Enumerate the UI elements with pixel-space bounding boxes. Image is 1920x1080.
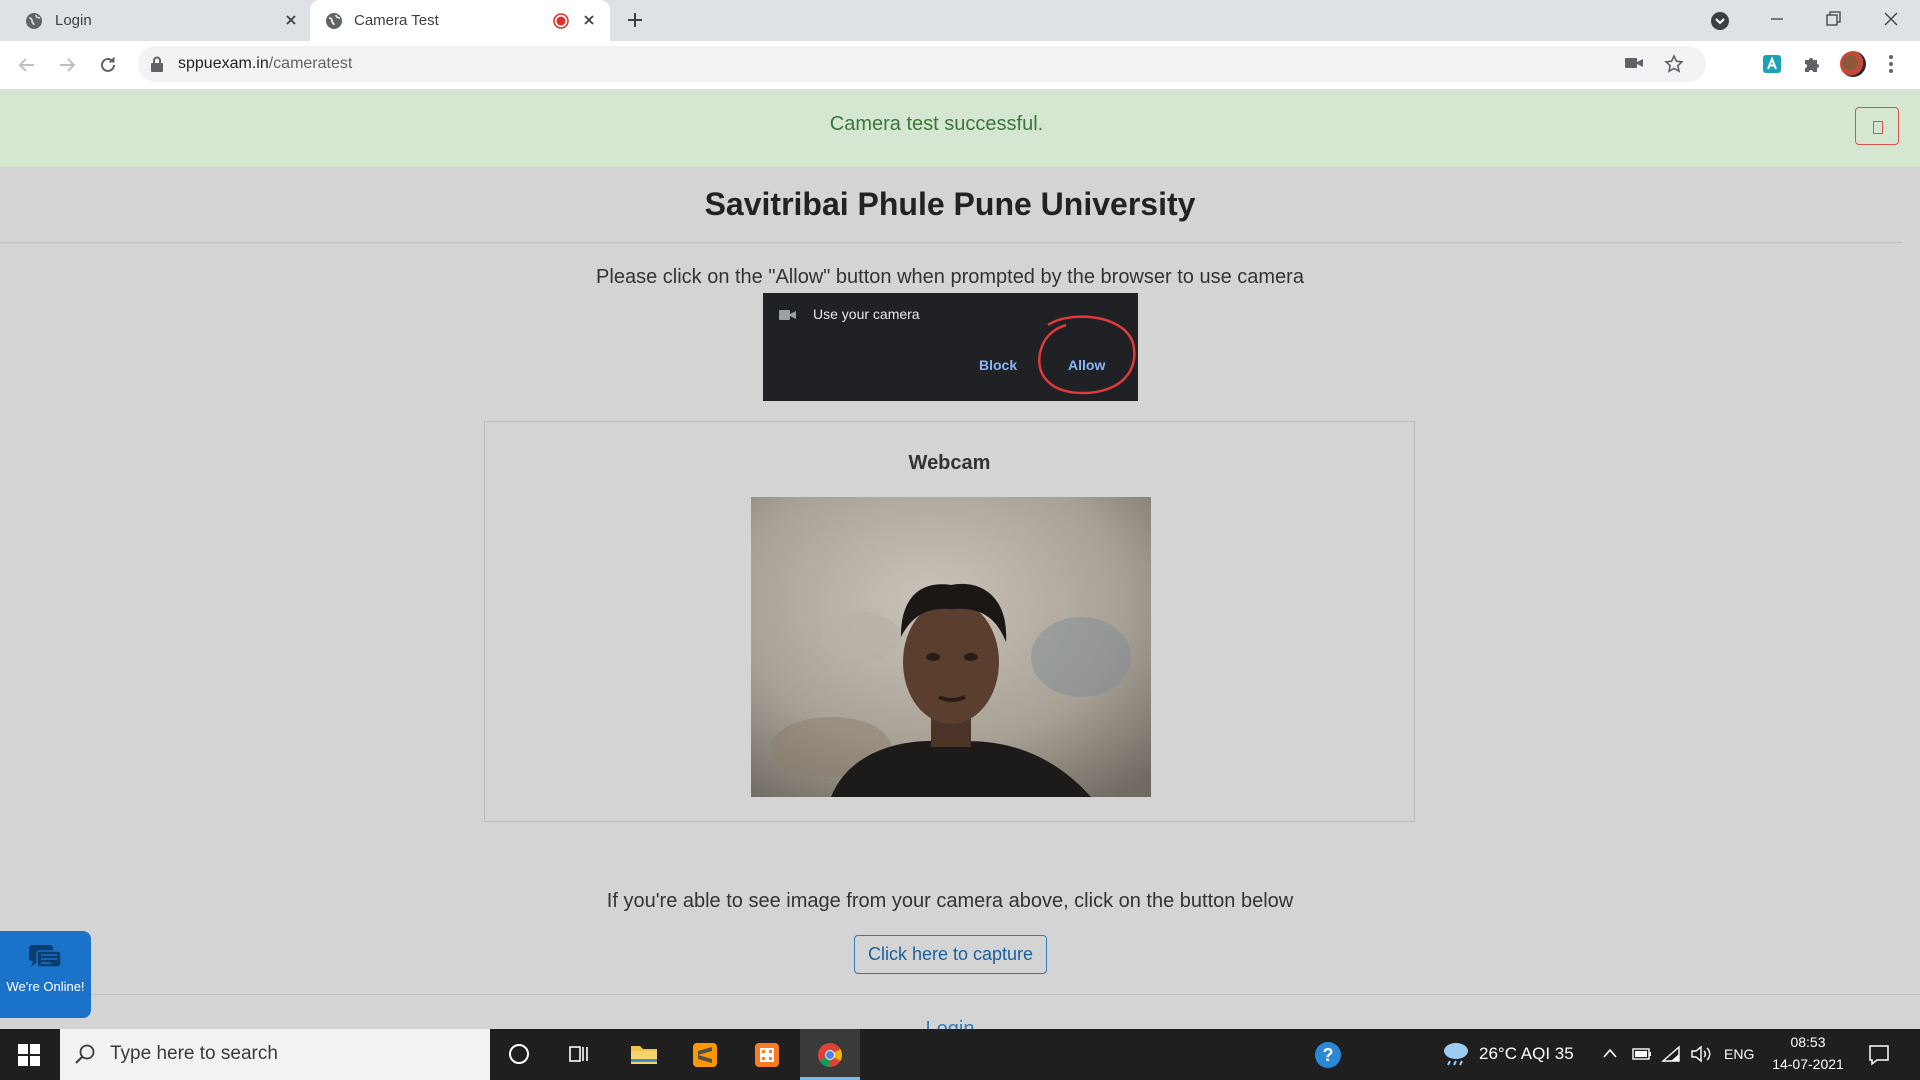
xampp-icon: [754, 1042, 780, 1068]
chat-widget[interactable]: We're Online!: [0, 931, 91, 1018]
globe-icon: [325, 12, 343, 30]
url-path: /cameratest: [268, 55, 353, 72]
taskbar-search-box[interactable]: Type here to search: [60, 1029, 490, 1080]
extension-a-icon[interactable]: [1761, 53, 1783, 75]
search-placeholder: Type here to search: [110, 1043, 278, 1064]
close-tab-icon[interactable]: [580, 11, 598, 29]
battery-icon[interactable]: [1632, 1048, 1652, 1060]
sublime-text-button[interactable]: [675, 1029, 735, 1080]
alert-message: Camera test successful.: [829, 113, 1044, 135]
sublime-text-icon: [692, 1042, 718, 1068]
cortana-button[interactable]: [490, 1029, 550, 1080]
notifications-icon[interactable]: [1868, 1044, 1890, 1066]
folder-icon: [630, 1042, 658, 1066]
restore-icon[interactable]: [1823, 9, 1843, 29]
chat-bubbles-icon: [27, 943, 63, 973]
file-explorer-button[interactable]: [613, 1029, 673, 1080]
wifi-icon[interactable]: [1661, 1045, 1681, 1063]
search-icon: [74, 1043, 96, 1065]
url-host: sppuexam.in: [178, 55, 269, 72]
webcam-heading: Webcam: [908, 452, 991, 474]
close-tab-icon[interactable]: [282, 11, 300, 29]
tab-search-icon[interactable]: [1710, 11, 1730, 31]
globe-icon: [25, 12, 43, 30]
divider: [0, 994, 1920, 995]
close-glyph-icon: [1873, 121, 1883, 134]
url-text[interactable]: sppuexam.in/cameratest: [178, 55, 352, 73]
svg-text:?: ?: [1323, 1045, 1334, 1065]
alert-close-button[interactable]: [1855, 107, 1899, 145]
minimize-icon[interactable]: [1767, 9, 1787, 29]
kebab-menu-icon[interactable]: [1887, 54, 1895, 74]
back-icon[interactable]: [16, 54, 38, 76]
recording-icon: [553, 13, 569, 29]
xampp-button[interactable]: [737, 1029, 797, 1080]
taskbar: Type here to search ? 26°C AQI 35 ENG 08…: [0, 1029, 1920, 1080]
permission-prompt-image: Use your camera Block Allow: [763, 293, 1138, 401]
reload-icon[interactable]: [97, 54, 119, 76]
tab-camera-test[interactable]: Camera Test: [310, 0, 610, 43]
bookmark-star-icon[interactable]: [1664, 54, 1684, 74]
capture-button[interactable]: Click here to capture: [854, 935, 1047, 974]
address-bar[interactable]: sppuexam.in/cameratest: [138, 46, 1706, 82]
extensions-puzzle-icon[interactable]: [1801, 53, 1823, 75]
tab-login[interactable]: Login: [0, 0, 300, 41]
confirmation-text: If you're able to see image from your ca…: [606, 890, 1294, 912]
chat-widget-label: We're Online!: [6, 979, 85, 994]
new-tab-icon[interactable]: [625, 10, 645, 30]
webcam-panel: Webcam: [484, 421, 1415, 822]
camera-in-use-icon[interactable]: [1624, 55, 1644, 71]
chrome-taskbar-button[interactable]: [800, 1029, 860, 1080]
permission-block-label: Block: [979, 357, 1018, 373]
show-hidden-icons-icon[interactable]: [1602, 1047, 1618, 1059]
help-icon[interactable]: ?: [1314, 1041, 1342, 1069]
camera-icon: [779, 308, 797, 322]
instruction-text: Please click on the "Allow" button when …: [596, 266, 1304, 288]
permission-title: Use your camera: [813, 306, 920, 322]
input-language[interactable]: ENG: [1724, 1046, 1754, 1062]
lock-icon[interactable]: [150, 56, 164, 72]
chrome-icon: [817, 1042, 843, 1068]
tab-title: Camera Test: [354, 12, 439, 29]
forward-icon[interactable]: [56, 54, 78, 76]
tab-strip: Login Camera Test: [0, 0, 1920, 43]
weather-text[interactable]: 26°C AQI 35: [1479, 1044, 1574, 1064]
success-alert: Camera test successful.: [0, 89, 1920, 168]
volume-icon[interactable]: [1690, 1045, 1712, 1063]
clock-time[interactable]: 08:53: [1770, 1034, 1846, 1050]
weather-icon[interactable]: [1441, 1041, 1471, 1067]
page-title: Savitribai Phule Pune University: [704, 186, 1196, 222]
close-window-icon[interactable]: [1881, 9, 1901, 29]
browser-toolbar: sppuexam.in/cameratest: [0, 41, 1920, 90]
task-view-icon: [567, 1042, 591, 1066]
windows-start-icon[interactable]: [18, 1044, 40, 1066]
cortana-icon: [507, 1042, 531, 1066]
task-view-button[interactable]: [550, 1029, 610, 1080]
divider: [0, 242, 1902, 243]
tab-title: Login: [55, 12, 92, 29]
clock-date[interactable]: 14-07-2021: [1770, 1056, 1846, 1072]
highlight-circle: [1038, 315, 1136, 395]
webcam-feed: [751, 497, 1151, 797]
profile-avatar[interactable]: [1840, 51, 1866, 77]
